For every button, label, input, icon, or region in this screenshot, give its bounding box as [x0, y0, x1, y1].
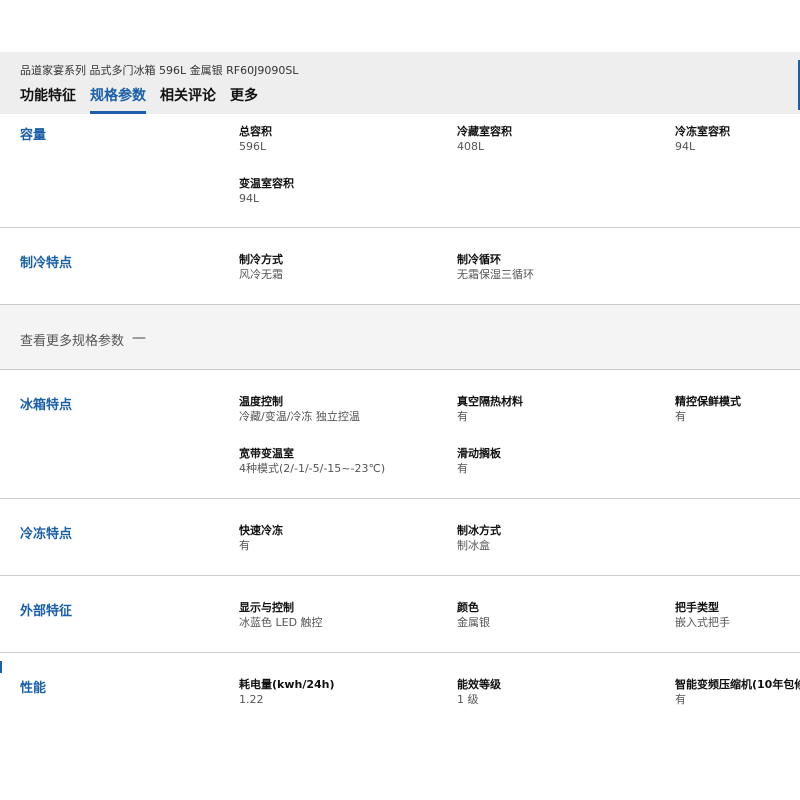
spec-key: 快速冷冻 [239, 524, 283, 537]
spec-section-fridge-features: 冰箱特点 温度控制 冷藏/变温/冷冻 独立控温 真空隔热材料 有 精控保鲜模式 … [0, 370, 800, 499]
spec-item: 智能变频压缩机(10年包修) 有 [675, 677, 800, 707]
spec-value: 596L [239, 140, 267, 153]
spec-key: 颜色 [457, 601, 479, 614]
spec-section-performance: 性能 耗电量(kwh/24h) 1.22 能效等级 1 级 智能变频压缩机(10… [0, 653, 800, 800]
tab-specifications[interactable]: 规格参数 [90, 86, 146, 114]
spec-value: 风冷无霜 [239, 268, 283, 281]
spec-key: 冷藏室容积 [457, 125, 512, 138]
spec-key: 温度控制 [239, 395, 283, 408]
tab-more[interactable]: 更多 [230, 86, 258, 114]
spec-value: 冰蓝色 LED 触控 [239, 616, 323, 629]
spec-item: 精控保鲜模式 有 [675, 394, 741, 424]
spec-value: 有 [675, 410, 686, 423]
spec-value: 94L [239, 192, 260, 205]
spec-value: 1 级 [457, 693, 479, 706]
spec-item: 能效等级 1 级 [457, 677, 501, 707]
spec-item: 制冰方式 制冰盒 [457, 523, 501, 553]
tab-features[interactable]: 功能特征 [20, 86, 76, 114]
spec-key: 耗电量(kwh/24h) [239, 678, 335, 691]
spec-key: 制冷方式 [239, 253, 283, 266]
section-title: 容量 [20, 128, 47, 143]
section-title: 外部特征 [20, 604, 73, 619]
spec-item: 显示与控制 冰蓝色 LED 触控 [239, 600, 323, 630]
section-title: 冷冻特点 [20, 527, 73, 542]
spec-key: 能效等级 [457, 678, 501, 691]
section-title: 性能 [20, 681, 47, 696]
spec-value: 1.22 [239, 693, 264, 706]
spec-value: 金属银 [457, 616, 490, 629]
spec-section-cooling: 制冷特点 制冷方式 风冷无霜 制冷循环 无霜保湿三循环 [0, 228, 800, 304]
spec-section-capacity: 容量 总容积 596L 冷藏室容积 408L 冷冻室容积 94L 变温室容积 9… [0, 114, 800, 228]
spec-key: 把手类型 [675, 601, 719, 614]
spec-value: 4种模式(2/-1/-5/-15~-23℃) [239, 462, 386, 475]
spec-key: 滑动搁板 [457, 447, 501, 460]
more-specs-link[interactable]: 查看更多规格参数 [20, 330, 124, 349]
section-edge-marker [0, 661, 2, 673]
spec-key: 精控保鲜模式 [675, 395, 741, 408]
spec-item: 把手类型 嵌入式把手 [675, 600, 730, 630]
spec-value: 94L [675, 140, 696, 153]
spec-item: 耗电量(kwh/24h) 1.22 [239, 677, 335, 707]
spec-key: 真空隔热材料 [457, 395, 523, 408]
spec-item: 制冷循环 无霜保湿三循环 [457, 252, 534, 282]
spec-item: 冷藏室容积 408L [457, 124, 512, 154]
spec-key: 显示与控制 [239, 601, 294, 614]
spec-value: 冷藏/变温/冷冻 独立控温 [239, 410, 360, 423]
minus-icon[interactable]: — [132, 330, 146, 346]
product-title: 品道家宴系列 品式多门冰箱 596L 金属银 RF60J9090SL [20, 64, 299, 77]
more-specs-bar[interactable]: 查看更多规格参数 — [0, 304, 800, 370]
spec-item: 制冷方式 风冷无霜 [239, 252, 283, 282]
spec-item: 快速冷冻 有 [239, 523, 283, 553]
spec-key: 制冷循环 [457, 253, 501, 266]
spec-value: 嵌入式把手 [675, 616, 730, 629]
spec-value: 有 [239, 539, 250, 552]
spec-key: 变温室容积 [239, 177, 294, 190]
spec-item: 总容积 596L [239, 124, 272, 154]
spec-item: 颜色 金属银 [457, 600, 490, 630]
spec-item: 滑动搁板 有 [457, 446, 501, 476]
spec-section-freezing: 冷冻特点 快速冷冻 有 制冰方式 制冰盒 [0, 499, 800, 576]
section-title: 冰箱特点 [20, 398, 73, 413]
spec-key: 制冰方式 [457, 524, 501, 537]
spec-key: 智能变频压缩机(10年包修) [675, 678, 800, 691]
tab-bar: 功能特征 规格参数 相关评论 更多 [20, 86, 272, 114]
spec-item: 宽带变温室 4种模式(2/-1/-5/-15~-23℃) [239, 446, 385, 476]
tab-reviews[interactable]: 相关评论 [160, 86, 216, 114]
spec-value: 无霜保湿三循环 [457, 268, 534, 281]
spec-value: 408L [457, 140, 485, 153]
spec-key: 总容积 [239, 125, 272, 138]
spec-item: 冷冻室容积 94L [675, 124, 730, 154]
spec-value: 有 [675, 693, 686, 706]
spec-section-exterior: 外部特征 显示与控制 冰蓝色 LED 触控 颜色 金属银 把手类型 嵌入式把手 [0, 576, 800, 653]
section-title: 制冷特点 [20, 256, 73, 271]
spec-key: 宽带变温室 [239, 447, 294, 460]
spec-key: 冷冻室容积 [675, 125, 730, 138]
spec-value: 有 [457, 462, 468, 475]
spec-item: 温度控制 冷藏/变温/冷冻 独立控温 [239, 394, 360, 424]
spec-value: 制冰盒 [457, 539, 490, 552]
spec-item: 真空隔热材料 有 [457, 394, 523, 424]
spec-value: 有 [457, 410, 468, 423]
spec-item: 变温室容积 94L [239, 176, 294, 206]
